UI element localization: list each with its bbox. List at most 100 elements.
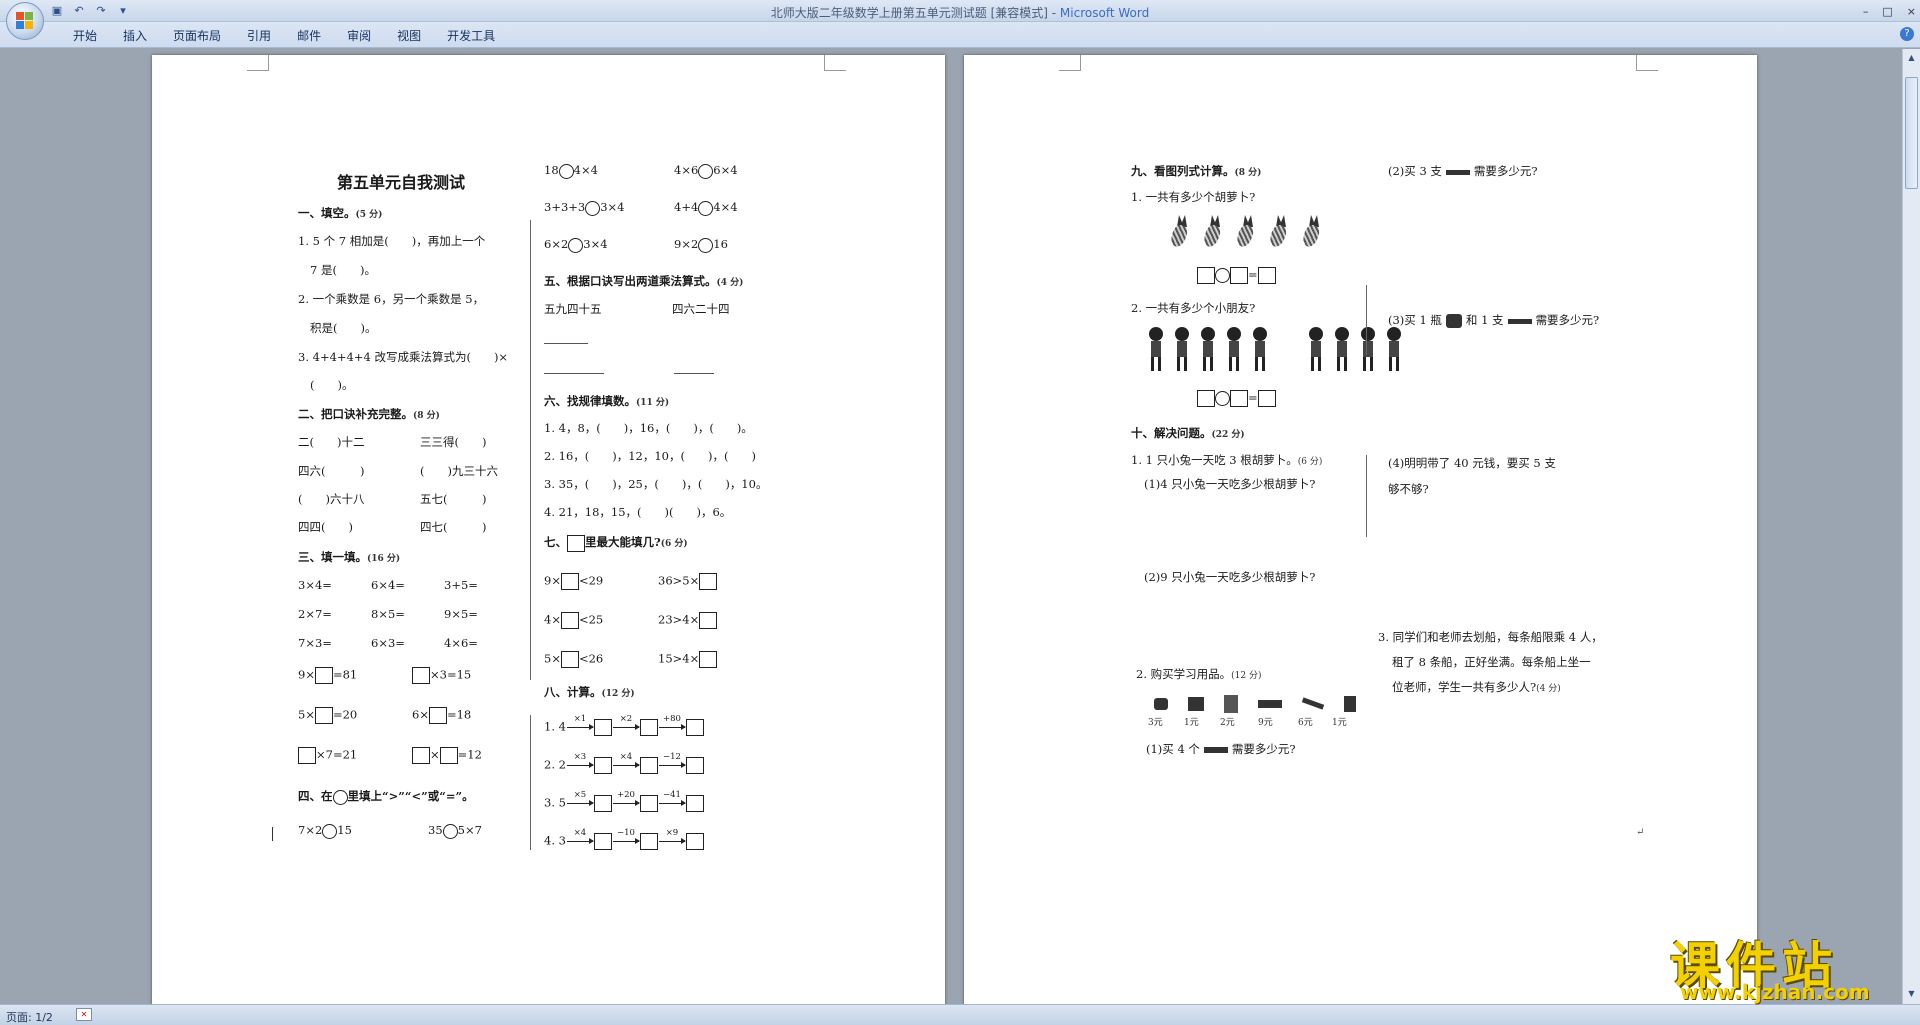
s3-item: 6×4=	[371, 578, 405, 592]
proofing-icon[interactable]: ✕	[76, 1008, 92, 1021]
s7-item: 4× <25	[544, 612, 603, 629]
s7-item: 23>4×	[658, 612, 718, 629]
s6-item: 2. 16，( )，12，10，( )，( )	[544, 449, 756, 463]
section-3-label: 三、填一填。	[298, 550, 367, 564]
close-button[interactable]: ×	[1907, 5, 1916, 18]
s6-item: 4. 21，18，15，( )( )，6。	[544, 505, 732, 519]
answer-box	[298, 747, 316, 764]
maximize-button[interactable]: □	[1882, 5, 1892, 18]
tab-view[interactable]: 视图	[384, 27, 434, 45]
section-3-heading: 三、填一填。(16 分)	[298, 549, 400, 565]
s8-row: 3. 5 ×5 +20 −41	[544, 790, 704, 812]
tab-developer[interactable]: 开发工具	[434, 27, 508, 45]
stationery-picture	[1144, 693, 1366, 713]
section-8-label: 八、计算。	[544, 685, 602, 699]
office-logo-icon	[16, 12, 34, 30]
tab-insert[interactable]: 插入	[110, 27, 160, 45]
answer-box	[567, 534, 585, 552]
margin-mark	[1059, 55, 1081, 71]
q1-3-line-a: 3. 4+4+4+4 改写成乘法算式为( )×	[298, 350, 509, 364]
minimize-button[interactable]: –	[1863, 5, 1869, 18]
compare-circle	[558, 163, 574, 179]
answer-box	[560, 612, 579, 629]
tab-home[interactable]: 开始	[60, 27, 110, 45]
s2-item: 二( )十二	[298, 435, 365, 449]
s3-box-suffix: ×3=15	[430, 667, 472, 682]
compare-circle	[442, 823, 458, 839]
tab-mailings[interactable]: 邮件	[284, 27, 334, 45]
answer-box	[314, 707, 333, 724]
s3-item: 9×5=	[444, 607, 478, 621]
title-bar: 北师大版二年级数学上册第五单元测试题 [兼容模式] - Microsoft Wo…	[0, 0, 1920, 22]
q10-3-line-3: 位老师，学生一共有多少人?(4 分)	[1392, 680, 1561, 694]
q9-2: 2. 一共有多少个小朋友?	[1131, 301, 1256, 315]
q10-2a: (1)买 4 个需要多少元?	[1146, 742, 1296, 756]
customize-qat-button[interactable]: ▾	[116, 4, 130, 18]
s3-item: 3×4=	[298, 578, 332, 592]
s3-box-suffix: =12	[457, 747, 482, 762]
s8-row: 2. 2 ×3 ×4 −12	[544, 752, 704, 774]
office-button[interactable]	[6, 2, 44, 40]
section-4-label: 四、在	[298, 789, 333, 803]
site-watermark: 课件站 www.kjzhan.com	[1670, 926, 1900, 1004]
tab-page-layout[interactable]: 页面布局	[160, 27, 234, 45]
document-area[interactable]: 第五单元自我测试 一、填空。(5 分) 1. 5 个 7 相加是( )，再加上一…	[0, 49, 1902, 1004]
s2-item: 四六( )	[298, 464, 365, 478]
page-2[interactable]: 九、看图列式计算。(8 分) 1. 一共有多少个胡萝卜? = 2. 一共有多少个…	[964, 55, 1757, 1004]
s4-item: 7×2 15	[298, 823, 352, 839]
tab-review[interactable]: 审阅	[334, 27, 384, 45]
compare-circle	[568, 237, 584, 253]
s4-item: 35 5×7	[428, 823, 482, 839]
s3-box-prefix: 6×	[412, 707, 429, 722]
redo-button[interactable]: ↷	[94, 4, 108, 18]
app-name: Microsoft Word	[1059, 6, 1150, 20]
s4-item: 18 4×4	[544, 163, 598, 179]
section-5-heading: 五、根据口诀写出两道乘法算式。(4 分)	[544, 273, 743, 289]
section-6-label: 六、找规律填数。	[544, 394, 636, 408]
s3-item: 8×5=	[371, 607, 405, 621]
s7-item: 36>5×	[658, 573, 718, 590]
page-1[interactable]: 第五单元自我测试 一、填空。(5 分) 1. 5 个 7 相加是( )，再加上一…	[152, 55, 945, 1004]
tab-references[interactable]: 引用	[234, 27, 284, 45]
watermark-url: www.kjzhan.com	[1680, 980, 1870, 1004]
answer-line	[544, 343, 588, 344]
undo-button[interactable]: ↶	[72, 4, 86, 18]
scroll-up-button[interactable]: ▲	[1905, 51, 1918, 64]
save-button[interactable]: ▣	[50, 4, 64, 18]
q9-1: 1. 一共有多少个胡萝卜?	[1131, 190, 1256, 204]
q1-1-line-a: 1. 5 个 7 相加是( )，再加上一个	[298, 234, 486, 248]
answer-box	[439, 747, 458, 764]
scroll-thumb[interactable]	[1905, 77, 1918, 189]
s5-item: 五九四十五	[544, 302, 602, 316]
test-title: 第五单元自我测试	[337, 173, 466, 192]
compare-circle	[585, 200, 601, 216]
page-indicator[interactable]: 页面: 1/2	[6, 1009, 53, 1025]
s3-box-item: ×7=21	[298, 747, 357, 764]
price-label: 6元	[1298, 718, 1313, 728]
s3-item: 3+5=	[444, 578, 478, 592]
scroll-down-button[interactable]: ▼	[1905, 987, 1918, 1000]
compare-circle	[698, 237, 714, 253]
section-1-heading: 一、填空。(5 分)	[298, 205, 382, 221]
section-5-score: (4 分)	[716, 278, 744, 288]
s3-box-item: 9× =81	[298, 667, 357, 684]
section-7-label-b: 里最大能填几?	[585, 535, 661, 549]
s2-item: 三三得( )	[420, 435, 487, 449]
s4-item: 4+4 4×4	[674, 200, 738, 216]
paragraph-mark: ↵	[1636, 827, 1645, 838]
s3-box-suffix: =81	[332, 667, 358, 682]
q1-2-line-a: 2. 一个乘数是 6，另一个乘数是 5，	[298, 292, 485, 306]
help-icon[interactable]: ?	[1900, 27, 1914, 41]
q10-2d-line-1: (4)明明带了 40 元钱，要买 5 支	[1388, 456, 1556, 470]
section-4-label-b: 里填上“>”“<”或“=”。	[347, 789, 474, 803]
section-2-score: (8 分)	[413, 411, 440, 421]
s2-item: 四七( )	[420, 520, 487, 534]
section-7-heading: 七、 里最大能填几?(6 分)	[544, 534, 688, 552]
q10-3-line-1: 3. 同学们和老师去划船，每条船限乘 4 人，	[1378, 630, 1603, 644]
s3-box-item: ×3=15	[412, 667, 471, 684]
document-name: 北师大版二年级数学上册第五单元测试题 [兼容模式] -	[770, 6, 1060, 20]
status-bar: 页面: 1/2 ✕	[0, 1004, 1920, 1025]
s3-item: 7×3=	[298, 636, 332, 650]
vertical-scrollbar[interactable]: ▲ ▼	[1902, 49, 1920, 1004]
column-divider	[530, 220, 531, 680]
